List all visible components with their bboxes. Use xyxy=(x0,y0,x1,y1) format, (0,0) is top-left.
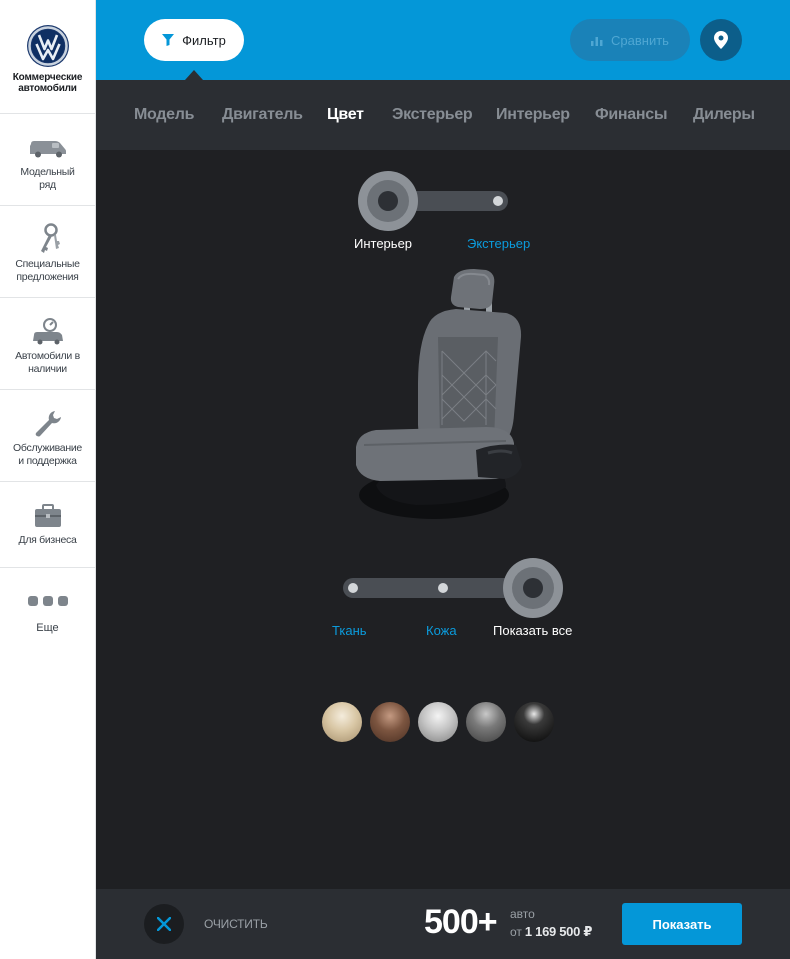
view-toggle-knob[interactable] xyxy=(358,171,418,231)
result-count: 500+ xyxy=(424,903,498,941)
result-unit: авто xyxy=(510,907,535,921)
tabs-bar: Модель Двигатель Цвет Экстерьер Интерьер… xyxy=(96,80,790,150)
color-swatch-black[interactable] xyxy=(514,702,554,742)
color-swatch-silver[interactable] xyxy=(418,702,458,742)
brand-text-line2: автомобили xyxy=(18,83,77,94)
view-option-interior[interactable]: Интерьер xyxy=(354,236,412,251)
sidebar-item-label: Обслуживание xyxy=(13,442,82,454)
sidebar-item-more[interactable]: Еще xyxy=(0,568,95,658)
briefcase-icon xyxy=(34,504,61,527)
sidebar-item-business[interactable]: Для бизнеса xyxy=(0,482,95,568)
sidebar-item-in-stock[interactable]: Автомобили в наличии xyxy=(0,298,95,390)
brand-text-line1: Коммерческие xyxy=(12,72,83,83)
tab-finance[interactable]: Финансы xyxy=(595,106,667,124)
filter-icon xyxy=(162,34,175,46)
price-value: 1 169 500 ₽ xyxy=(524,924,593,939)
sidebar-item-label: Модельный xyxy=(20,166,75,178)
material-option-leather[interactable]: Кожа xyxy=(426,623,457,638)
sidebar-item-label: Специальные xyxy=(15,258,80,270)
map-pin-icon xyxy=(714,31,728,49)
van-icon xyxy=(29,141,66,158)
filter-button[interactable]: Фильтр xyxy=(144,19,244,61)
close-icon xyxy=(157,917,171,931)
sidebar-item-label: предложения xyxy=(16,271,79,283)
sidebar-item-label: Для бизнеса xyxy=(18,534,77,546)
view-option-exterior[interactable]: Экстерьер xyxy=(467,236,530,251)
color-swatch-beige[interactable] xyxy=(322,702,362,742)
location-button[interactable] xyxy=(700,19,742,61)
clear-button[interactable] xyxy=(144,904,184,944)
price-prefix: от xyxy=(510,925,522,939)
sidebar-item-label: наличии xyxy=(28,363,67,375)
tab-dealers[interactable]: Дилеры xyxy=(693,106,755,124)
top-bar: Фильтр Сравнить xyxy=(96,0,790,80)
material-toggle-dot xyxy=(348,583,358,593)
sidebar-item-service[interactable]: Обслуживание и поддержка xyxy=(0,390,95,482)
compare-button[interactable]: Сравнить xyxy=(570,19,690,61)
bottom-bar: ОЧИСТИТЬ 500+ авто от 1 169 500 ₽ Показат… xyxy=(96,889,790,959)
view-toggle-dot xyxy=(493,196,503,206)
material-toggle-knob[interactable] xyxy=(503,558,563,618)
sidebar-item-models[interactable]: Модельный ряд xyxy=(0,114,95,206)
wrench-icon xyxy=(35,411,61,437)
car-stock-icon xyxy=(32,318,63,345)
color-panel: Интерьер Экстерьер Ткань Кожа Показать в… xyxy=(96,150,790,889)
color-swatch-grey[interactable] xyxy=(466,702,506,742)
material-option-fabric[interactable]: Ткань xyxy=(332,623,367,638)
sidebar-item-label: Автомобили в xyxy=(15,350,80,362)
material-toggle-dot xyxy=(438,583,448,593)
sidebar-more-label: Еще xyxy=(36,622,59,634)
compare-label: Сравнить xyxy=(611,32,669,48)
vw-logo-icon xyxy=(26,25,69,67)
material-option-all[interactable]: Показать все xyxy=(493,623,572,638)
tab-model[interactable]: Модель xyxy=(134,106,194,124)
bar-chart-icon xyxy=(591,37,603,46)
tab-interior[interactable]: Интерьер xyxy=(496,106,570,124)
more-dots-icon xyxy=(27,596,68,606)
sidebar-item-label: и поддержка xyxy=(18,455,77,467)
sidebar-item-offers[interactable]: Специальные предложения xyxy=(0,206,95,298)
color-swatch-brown[interactable] xyxy=(370,702,410,742)
clear-label[interactable]: ОЧИСТИТЬ xyxy=(204,917,268,931)
tab-engine[interactable]: Двигатель xyxy=(222,106,303,124)
keys-icon xyxy=(40,223,60,253)
seat-image xyxy=(356,269,522,519)
price-line: от 1 169 500 ₽ xyxy=(510,924,592,940)
sidebar: Коммерческие автомобили Модельный ряд Сп… xyxy=(0,0,96,959)
brand-logo[interactable]: Коммерческие автомобили xyxy=(0,0,95,114)
show-results-button[interactable]: Показать xyxy=(622,903,742,945)
filter-label: Фильтр xyxy=(182,32,226,48)
tab-exterior[interactable]: Экстерьер xyxy=(392,106,473,124)
tab-color[interactable]: Цвет xyxy=(327,106,364,124)
sidebar-item-label: ряд xyxy=(39,179,56,191)
filter-caret xyxy=(185,70,203,80)
